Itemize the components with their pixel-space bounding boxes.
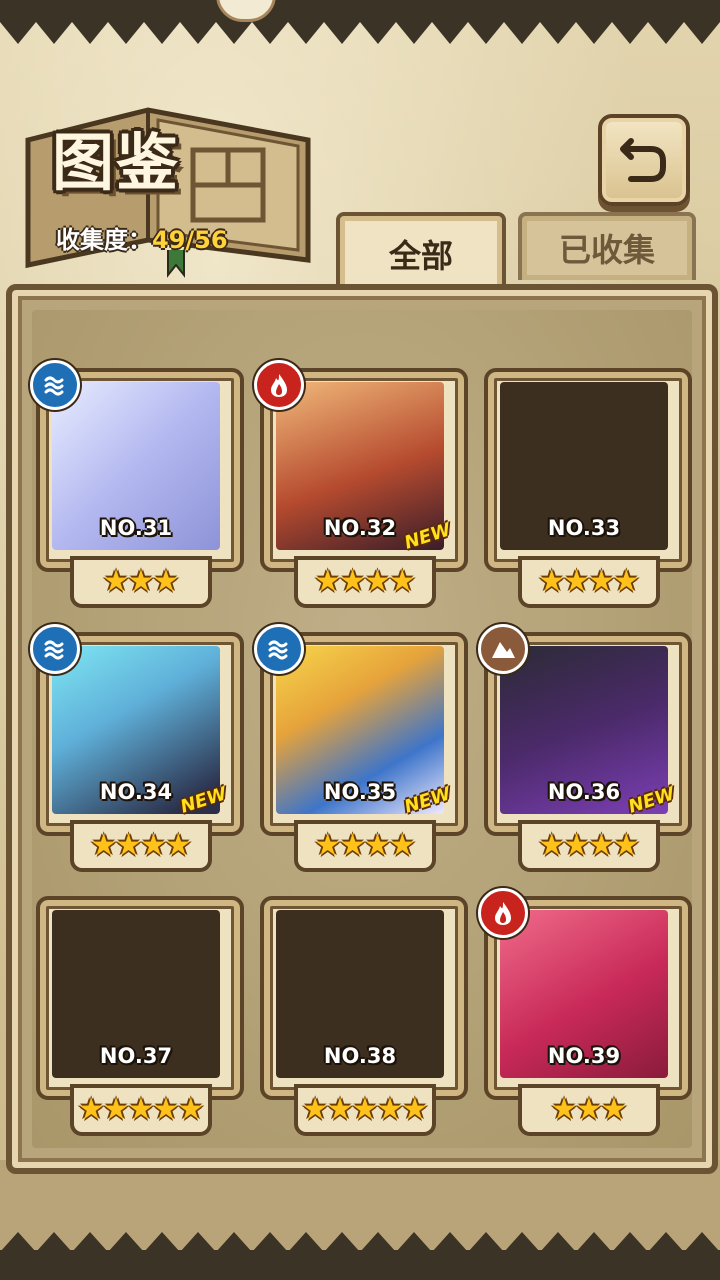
earth-icon [478,624,528,674]
star-icon: ★ [550,1092,578,1127]
star-icon: ★ [90,828,118,863]
monster-card[interactable]: NO.33 ★ ★ ★ ★ [478,360,692,608]
water-icon [30,360,80,410]
star-rating: ★ ★ ★ [70,556,212,608]
star-icon: ★ [612,564,640,599]
star-icon: ★ [538,564,566,599]
star-icon: ★ [301,1092,329,1127]
progress-label: 收集度： [56,226,152,254]
star-icon: ★ [152,1092,180,1127]
monster-card[interactable]: NO.36 NEW ★ ★ ★ ★ [478,624,692,872]
monster-number: NO.33 [547,516,621,540]
star-icon: ★ [102,564,130,599]
star-rating: ★ ★ ★ ★ [70,820,212,872]
monster-card[interactable]: NO.39 ★ ★ ★ [478,888,692,1136]
star-icon: ★ [152,564,180,599]
star-rating: ★ ★ ★ ★ [294,820,436,872]
star-icon: ★ [563,564,590,599]
star-icon: ★ [364,564,391,599]
monster-number: NO.37 [99,1044,173,1068]
zigzag-border-bottom [0,1160,720,1280]
star-rating: ★ ★ ★ ★ ★ [294,1084,436,1136]
back-arrow-icon [620,138,666,182]
monster-number: NO.39 [547,1044,621,1068]
monster-number: NO.38 [323,1044,397,1068]
star-rating: ★ ★ ★ ★ [518,556,660,608]
star-icon: ★ [314,828,342,863]
star-rating: ★ ★ ★ ★ [294,556,436,608]
star-icon: ★ [127,1092,155,1127]
star-icon: ★ [77,1092,105,1127]
star-icon: ★ [351,1092,379,1127]
monster-card[interactable]: NO.38 ★ ★ ★ ★ ★ [254,888,468,1136]
star-icon: ★ [588,828,615,863]
star-icon: ★ [339,564,366,599]
star-icon: ★ [177,1092,205,1127]
collection-progress: 收集度：49/56 [56,220,228,255]
star-rating: ★ ★ ★ ★ ★ [70,1084,212,1136]
star-icon: ★ [612,828,640,863]
star-icon: ★ [401,1092,429,1127]
fire-icon [254,360,304,410]
monster-card[interactable]: NO.31 ★ ★ ★ [30,360,244,608]
monster-card[interactable]: NO.32 NEW ★ ★ ★ ★ [254,360,468,608]
water-icon [30,624,80,674]
star-icon: ★ [376,1092,404,1127]
star-icon: ★ [563,828,590,863]
star-icon: ★ [575,1092,603,1127]
star-icon: ★ [314,564,342,599]
page-title: 图鉴 [52,126,181,199]
star-icon: ★ [388,828,416,863]
star-icon: ★ [364,828,391,863]
monster-card[interactable]: NO.35 NEW ★ ★ ★ ★ [254,624,468,872]
monster-number: NO.31 [99,516,173,540]
monster-card[interactable]: NO.37 ★ ★ ★ ★ ★ [30,888,244,1136]
fire-icon [478,888,528,938]
star-rating: ★ ★ ★ [518,1084,660,1136]
star-icon: ★ [140,828,167,863]
zigzag-border-top [0,0,720,44]
star-icon: ★ [326,1092,354,1127]
star-icon: ★ [600,1092,628,1127]
star-icon: ★ [115,828,142,863]
star-icon: ★ [102,1092,130,1127]
star-icon: ★ [127,564,155,599]
star-icon: ★ [339,828,366,863]
progress-value: 49/56 [152,226,228,254]
star-icon: ★ [164,828,192,863]
back-button[interactable] [598,114,690,206]
tab-collected[interactable]: 已收集 [518,212,696,280]
star-icon: ★ [538,828,566,863]
water-icon [254,624,304,674]
star-icon: ★ [588,564,615,599]
star-icon: ★ [388,564,416,599]
tab-all[interactable]: 全部 [336,212,506,292]
star-rating: ★ ★ ★ ★ [518,820,660,872]
monster-card[interactable]: NO.34 NEW ★ ★ ★ ★ [30,624,244,872]
